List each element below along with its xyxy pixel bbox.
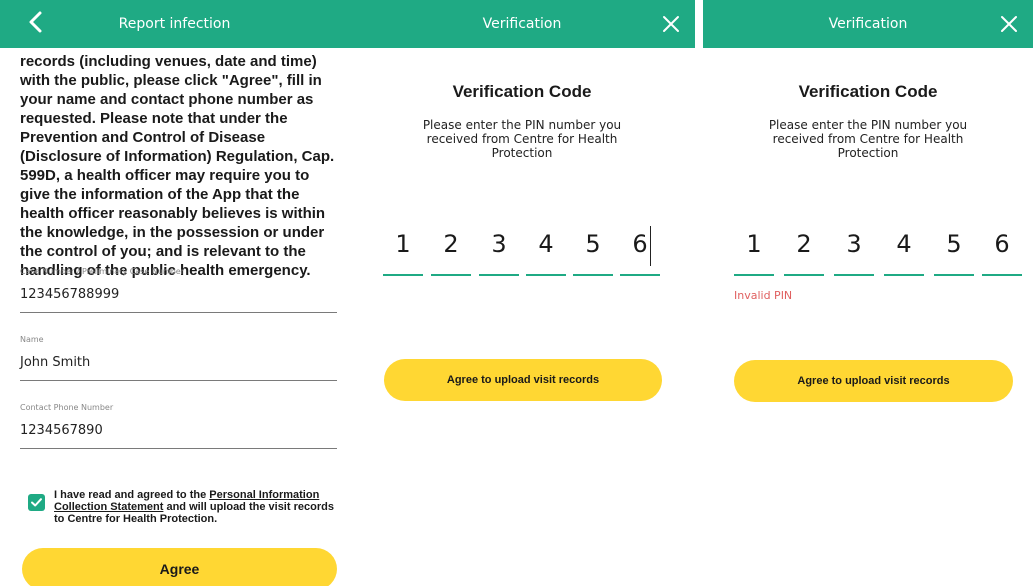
- pin-digit-value: 2: [443, 230, 459, 258]
- agree-button[interactable]: Agree: [22, 548, 337, 586]
- consent-text: records (including venues, date and time…: [20, 53, 335, 279]
- name-field[interactable]: Name John Smith: [20, 334, 337, 381]
- pin-underline: [526, 274, 566, 276]
- close-icon[interactable]: [659, 12, 683, 36]
- name-input[interactable]: John Smith: [20, 354, 337, 372]
- pin-underline: [784, 274, 824, 276]
- chevron-left-icon[interactable]: [24, 10, 48, 34]
- pin-digit-6[interactable]: 6: [982, 226, 1022, 278]
- report-infection-screen: Report infection records (including venu…: [0, 0, 349, 586]
- page-title: Verification: [482, 16, 562, 32]
- pin-digit-value: 4: [896, 230, 912, 258]
- upload-records-button[interactable]: Agree to upload visit records: [734, 360, 1013, 402]
- pin-error-message: Invalid PIN: [734, 289, 793, 302]
- phone-input[interactable]: 1234567890: [20, 422, 337, 440]
- upload-records-button[interactable]: Agree to upload visit records: [384, 359, 662, 401]
- phone-label: Contact Phone Number: [20, 403, 114, 412]
- pin-input[interactable]: 1 2 3 4 5 6: [383, 226, 663, 278]
- pin-digit-1[interactable]: 1: [383, 226, 423, 278]
- text-caret: [650, 226, 651, 266]
- pin-underline: [479, 274, 519, 276]
- pin-digit-3[interactable]: 3: [479, 226, 519, 278]
- pin-digit-5[interactable]: 5: [573, 226, 613, 278]
- phone-field[interactable]: Contact Phone Number 1234567890: [20, 402, 337, 449]
- verification-screen: Verification Verification Code Please en…: [349, 0, 695, 586]
- verification-error-screen: Verification Verification Code Please en…: [703, 0, 1033, 586]
- consent-text-before: I have read and agreed to the: [54, 489, 210, 501]
- report-header: Report infection: [0, 0, 349, 48]
- pin-underline: [573, 274, 613, 276]
- close-icon[interactable]: [997, 12, 1021, 36]
- pin-digit-value: 3: [846, 230, 862, 258]
- pin-digit-value: 5: [946, 230, 962, 258]
- verification-header: Verification: [703, 0, 1033, 48]
- pin-underline: [884, 274, 924, 276]
- verification-header: Verification: [349, 0, 695, 48]
- case-number-underline: [20, 312, 337, 313]
- pin-underline: [431, 274, 471, 276]
- pin-underline: [982, 274, 1022, 276]
- pin-digit-value: 1: [395, 230, 411, 258]
- case-number-input[interactable]: 123456788999: [20, 286, 337, 304]
- verification-description: Please enter the PIN number you received…: [422, 118, 622, 160]
- pin-underline: [734, 274, 774, 276]
- pin-digit-5[interactable]: 5: [934, 226, 974, 278]
- pin-digit-4[interactable]: 4: [884, 226, 924, 278]
- verification-description: Please enter the PIN number you received…: [768, 118, 968, 160]
- pin-digit-1[interactable]: 1: [734, 226, 774, 278]
- case-number-field[interactable]: Case Number / Preliminary Case Number 12…: [20, 266, 337, 313]
- pin-underline: [383, 274, 423, 276]
- pin-input[interactable]: 1 2 3 4 5 6: [734, 226, 1029, 278]
- pin-digit-value: 2: [796, 230, 812, 258]
- pin-underline: [934, 274, 974, 276]
- page-title: Verification: [828, 16, 908, 32]
- pin-digit-value: 6: [994, 230, 1010, 258]
- name-label: Name: [20, 335, 44, 344]
- pin-digit-2[interactable]: 2: [431, 226, 471, 278]
- phone-underline: [20, 448, 337, 449]
- case-number-label: Case Number / Preliminary Case Number: [20, 267, 185, 276]
- checkmark-icon: [31, 498, 42, 507]
- pin-digit-value: 3: [491, 230, 507, 258]
- pin-digit-value: 1: [746, 230, 762, 258]
- pin-digit-value: 5: [585, 230, 601, 258]
- pin-underline: [620, 274, 660, 276]
- verification-heading: Verification Code: [798, 82, 938, 101]
- consent-checkbox[interactable]: [28, 494, 45, 511]
- pin-digit-value: 6: [632, 230, 648, 258]
- name-underline: [20, 380, 337, 381]
- verification-heading: Verification Code: [452, 82, 592, 101]
- pin-digit-2[interactable]: 2: [784, 226, 824, 278]
- page-title: Report infection: [118, 16, 231, 32]
- pin-digit-3[interactable]: 3: [834, 226, 874, 278]
- pin-underline: [834, 274, 874, 276]
- pin-digit-4[interactable]: 4: [526, 226, 566, 278]
- consent-checkbox-label: I have read and agreed to the Personal I…: [54, 489, 340, 525]
- pin-digit-value: 4: [538, 230, 554, 258]
- pin-digit-6[interactable]: 6: [620, 226, 660, 278]
